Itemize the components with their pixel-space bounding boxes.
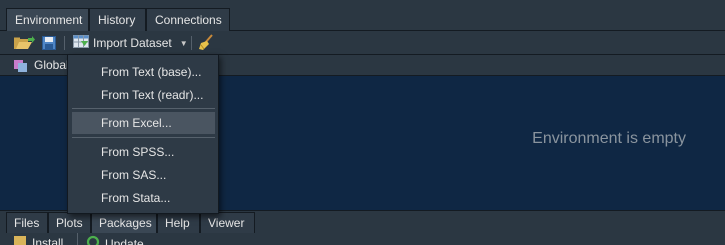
rstudio-window: Environment History Connections Import D… bbox=[0, 0, 725, 245]
import-dataset-menu: From Text (base)... From Text (readr)...… bbox=[67, 54, 219, 214]
environment-toolbar: Import Dataset ▼ bbox=[0, 31, 725, 55]
menu-item-from-spss[interactable]: From SPSS... bbox=[72, 141, 215, 163]
tab-viewer[interactable]: Viewer bbox=[200, 212, 255, 234]
tab-packages[interactable]: Packages bbox=[91, 212, 157, 234]
tab-history[interactable]: History bbox=[89, 8, 146, 31]
chevron-down-icon: ▼ bbox=[179, 38, 188, 48]
menu-item-from-text-base[interactable]: From Text (base)... bbox=[72, 61, 215, 83]
save-icon[interactable] bbox=[42, 36, 56, 53]
toolbar-separator bbox=[77, 233, 78, 245]
table-grid-icon bbox=[73, 35, 89, 51]
menu-separator bbox=[72, 137, 215, 138]
import-dataset-label: Import Dataset bbox=[93, 36, 172, 50]
environment-empty-message: Environment is empty bbox=[532, 130, 686, 147]
menu-separator bbox=[72, 108, 215, 109]
tab-environment[interactable]: Environment bbox=[6, 8, 89, 31]
toolbar-separator bbox=[64, 36, 65, 50]
tab-files[interactable]: Files bbox=[6, 212, 48, 234]
update-button[interactable]: Update bbox=[86, 235, 144, 245]
packages-toolbar: Install Update bbox=[0, 233, 725, 245]
menu-item-from-excel[interactable]: From Excel... bbox=[72, 112, 215, 134]
r-environment-icon bbox=[13, 58, 29, 76]
import-dataset-button[interactable]: Import Dataset ▼ bbox=[73, 33, 188, 53]
install-label: Install bbox=[32, 235, 64, 245]
global-environment-selector[interactable]: Global bbox=[34, 58, 69, 72]
folder-open-icon[interactable] bbox=[13, 36, 35, 54]
broom-icon[interactable] bbox=[198, 34, 214, 54]
environment-pane-tabbar: Environment History Connections bbox=[0, 0, 725, 31]
menu-item-from-stata[interactable]: From Stata... bbox=[72, 187, 215, 209]
menu-item-from-text-readr[interactable]: From Text (readr)... bbox=[72, 84, 215, 106]
install-button[interactable]: Install bbox=[13, 235, 63, 245]
update-label: Update bbox=[105, 236, 144, 245]
update-icon bbox=[86, 235, 100, 245]
menu-item-from-sas[interactable]: From SAS... bbox=[72, 164, 215, 186]
tab-plots[interactable]: Plots bbox=[48, 212, 91, 234]
tab-connections[interactable]: Connections bbox=[146, 8, 230, 31]
tab-help[interactable]: Help bbox=[157, 212, 200, 234]
install-icon bbox=[13, 235, 27, 245]
toolbar-separator bbox=[191, 36, 192, 50]
